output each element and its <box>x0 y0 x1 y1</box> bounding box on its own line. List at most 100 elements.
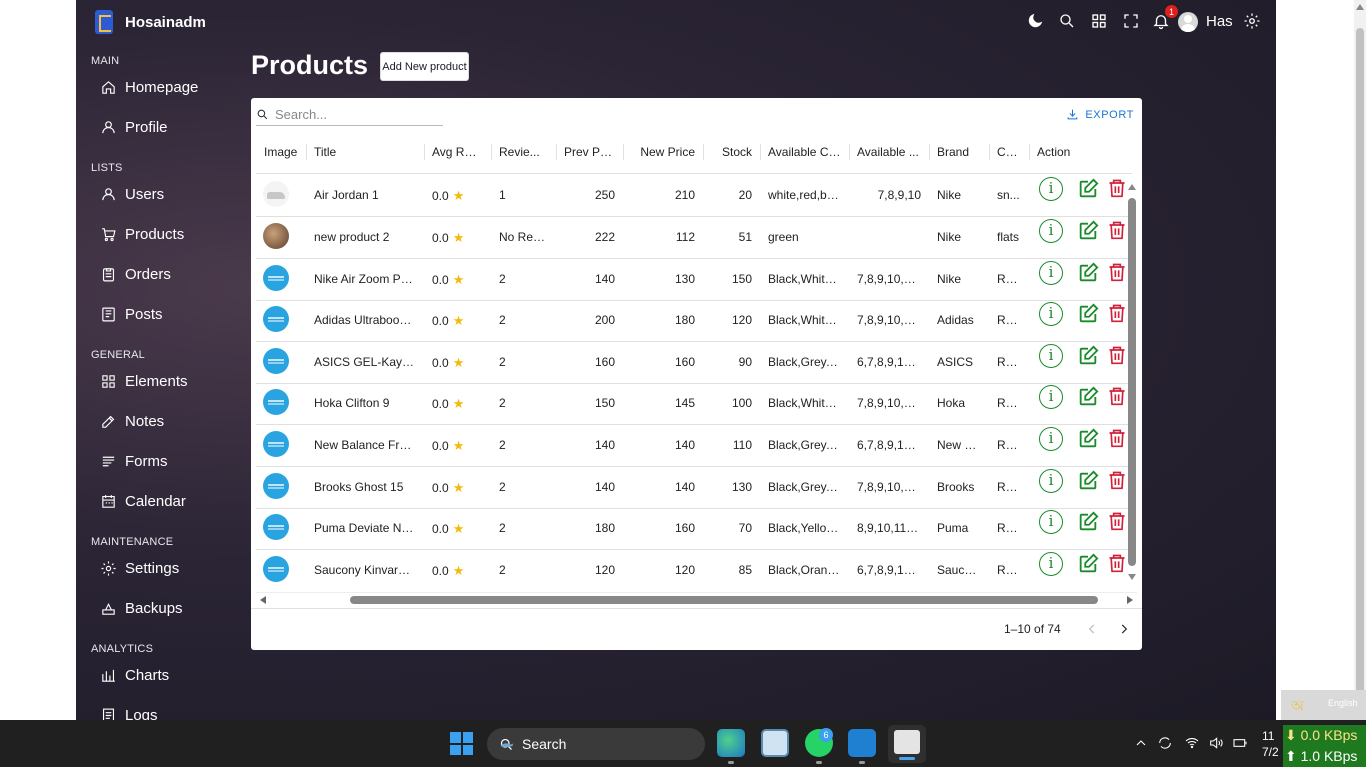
table-row[interactable]: Brooks Ghost 15 0.0 ★ 2 140 140 130 Black,Grey,… <box>256 467 1132 509</box>
edit-button[interactable] <box>1077 178 1099 200</box>
column-separator[interactable] <box>556 144 557 160</box>
column-header[interactable]: Ca... <box>989 134 1029 174</box>
edit-button[interactable] <box>1077 345 1099 367</box>
column-separator[interactable] <box>760 144 761 160</box>
delete-button[interactable] <box>1107 510 1127 532</box>
sidebar-item-profile[interactable]: Profile <box>100 119 168 136</box>
delete-button[interactable] <box>1107 427 1127 449</box>
user-name[interactable]: Has <box>1206 13 1233 30</box>
sidebar-item-settings[interactable]: Settings <box>100 560 179 577</box>
sidebar-item-posts[interactable]: Posts <box>100 306 163 323</box>
table-row[interactable]: Adidas Ultraboost ... 0.0 ★ 2 200 180 120 Black… <box>256 300 1132 342</box>
column-separator[interactable] <box>306 144 307 160</box>
settings-button[interactable] <box>1241 10 1263 32</box>
delete-button[interactable] <box>1107 302 1127 324</box>
add-new-product-button[interactable]: Add New product <box>380 52 469 81</box>
sidebar-item-orders[interactable]: Orders <box>100 266 171 283</box>
column-header[interactable]: Available ... <box>849 134 929 174</box>
column-header[interactable]: Image <box>256 134 306 174</box>
horizontal-scrollbar[interactable] <box>256 592 1137 606</box>
delete-button[interactable] <box>1107 385 1127 407</box>
wifi-tray-button[interactable] <box>1184 735 1200 751</box>
table-row[interactable]: Hoka Clifton 9 0.0 ★ 2 150 145 100 Black,White,… <box>256 383 1132 425</box>
edit-button[interactable] <box>1077 470 1099 492</box>
taskbar-search[interactable]: Search <box>487 728 705 760</box>
sidebar-item-notes[interactable]: Notes <box>100 413 164 430</box>
column-header[interactable]: Stock <box>703 134 760 174</box>
column-separator[interactable] <box>424 144 425 160</box>
sidebar-item-homepage[interactable]: Homepage <box>100 79 198 96</box>
table-row[interactable]: Saucony Kinvara 14 0.0 ★ 2 120 120 85 Black,Ora… <box>256 550 1132 591</box>
edit-button[interactable] <box>1077 220 1099 242</box>
delete-button[interactable] <box>1107 219 1127 241</box>
column-separator[interactable] <box>623 144 624 160</box>
table-row[interactable]: new product 2 0.0 ★ No Rev... 222 112 51 green N… <box>256 217 1132 259</box>
view-details-button[interactable]: i <box>1039 261 1063 285</box>
scroll-thumb[interactable] <box>1128 198 1136 566</box>
view-details-button[interactable]: i <box>1039 510 1063 534</box>
delete-button[interactable] <box>1107 261 1127 283</box>
previous-page-button[interactable] <box>1085 622 1099 636</box>
taskbar-clock[interactable]: 11 7/2 <box>1262 728 1279 760</box>
avatar[interactable] <box>1178 12 1198 32</box>
view-details-button[interactable]: i <box>1039 302 1063 326</box>
column-header[interactable]: Available Co... <box>760 134 849 174</box>
delete-button[interactable] <box>1107 177 1127 199</box>
edge-app-icon[interactable] <box>717 729 745 757</box>
sidebar-item-charts[interactable]: Charts <box>100 667 169 684</box>
brand-logo[interactable]: Hosainadm <box>95 10 206 34</box>
edit-button[interactable] <box>1077 386 1099 408</box>
fullscreen-button[interactable] <box>1120 10 1142 32</box>
table-row[interactable]: New Balance Fres... 0.0 ★ 2 140 140 110 Black,G… <box>256 425 1132 467</box>
sidebar-item-products[interactable]: Products <box>100 226 184 243</box>
view-details-button[interactable]: i <box>1039 219 1063 243</box>
view-details-button[interactable]: i <box>1039 552 1063 576</box>
export-button[interactable]: EXPORT <box>1066 108 1134 121</box>
edit-button[interactable] <box>1077 262 1099 284</box>
scroll-up-arrow[interactable] <box>1356 4 1364 10</box>
sidebar-item-elements[interactable]: Elements <box>100 373 188 390</box>
start-button[interactable] <box>450 732 473 755</box>
scroll-right-arrow[interactable] <box>1127 596 1133 604</box>
column-header[interactable]: Avg Rat... <box>424 134 491 174</box>
tray-overflow-button[interactable] <box>1133 735 1149 751</box>
column-header[interactable]: Prev Price <box>556 134 623 174</box>
apps-button[interactable] <box>1088 10 1110 32</box>
scroll-thumb[interactable] <box>1356 28 1364 718</box>
active-app-slot[interactable] <box>888 725 926 763</box>
table-row[interactable]: ASICS GEL-Kayan... 0.0 ★ 2 160 160 90 Black,Gre… <box>256 342 1132 384</box>
edit-button[interactable] <box>1077 511 1099 533</box>
view-details-button[interactable]: i <box>1039 469 1063 493</box>
table-row[interactable]: Puma Deviate Nitr... 0.0 ★ 2 180 160 70 Black,Y… <box>256 508 1132 550</box>
battery-tray-button[interactable] <box>1232 735 1248 751</box>
edit-button[interactable] <box>1077 428 1099 450</box>
view-details-button[interactable]: i <box>1039 344 1063 368</box>
notifications-button[interactable]: 1 <box>1150 5 1178 32</box>
language-indicator[interactable]: অ English <box>1281 690 1366 720</box>
volume-tray-button[interactable] <box>1208 735 1224 751</box>
next-page-button[interactable] <box>1117 622 1131 636</box>
column-header[interactable]: Brand <box>929 134 989 174</box>
column-header[interactable]: Title <box>306 134 424 174</box>
search-button[interactable] <box>1056 10 1078 32</box>
table-row[interactable]: Nike Air Zoom Peg... 0.0 ★ 2 140 130 150 Black,… <box>256 259 1132 301</box>
sidebar-item-logs[interactable]: Logs <box>100 707 158 720</box>
dark-mode-toggle[interactable] <box>1024 10 1046 32</box>
search-input[interactable] <box>275 107 435 122</box>
scroll-down-arrow[interactable] <box>1128 574 1136 580</box>
edit-button[interactable] <box>1077 303 1099 325</box>
delete-button[interactable] <box>1107 469 1127 491</box>
scroll-left-arrow[interactable] <box>260 596 266 604</box>
sidebar-item-backups[interactable]: Backups <box>100 600 183 617</box>
view-details-button[interactable]: i <box>1039 177 1063 201</box>
column-separator[interactable] <box>703 144 704 160</box>
page-scrollbar[interactable] <box>1354 0 1366 720</box>
delete-button[interactable] <box>1107 552 1127 574</box>
column-header[interactable]: New Price <box>623 134 703 174</box>
scroll-thumb[interactable] <box>350 596 1098 604</box>
sync-tray-button[interactable] <box>1157 735 1173 751</box>
view-details-button[interactable]: i <box>1039 385 1063 409</box>
scroll-up-arrow[interactable] <box>1128 184 1136 190</box>
column-separator[interactable] <box>929 144 930 160</box>
view-details-button[interactable]: i <box>1039 427 1063 451</box>
